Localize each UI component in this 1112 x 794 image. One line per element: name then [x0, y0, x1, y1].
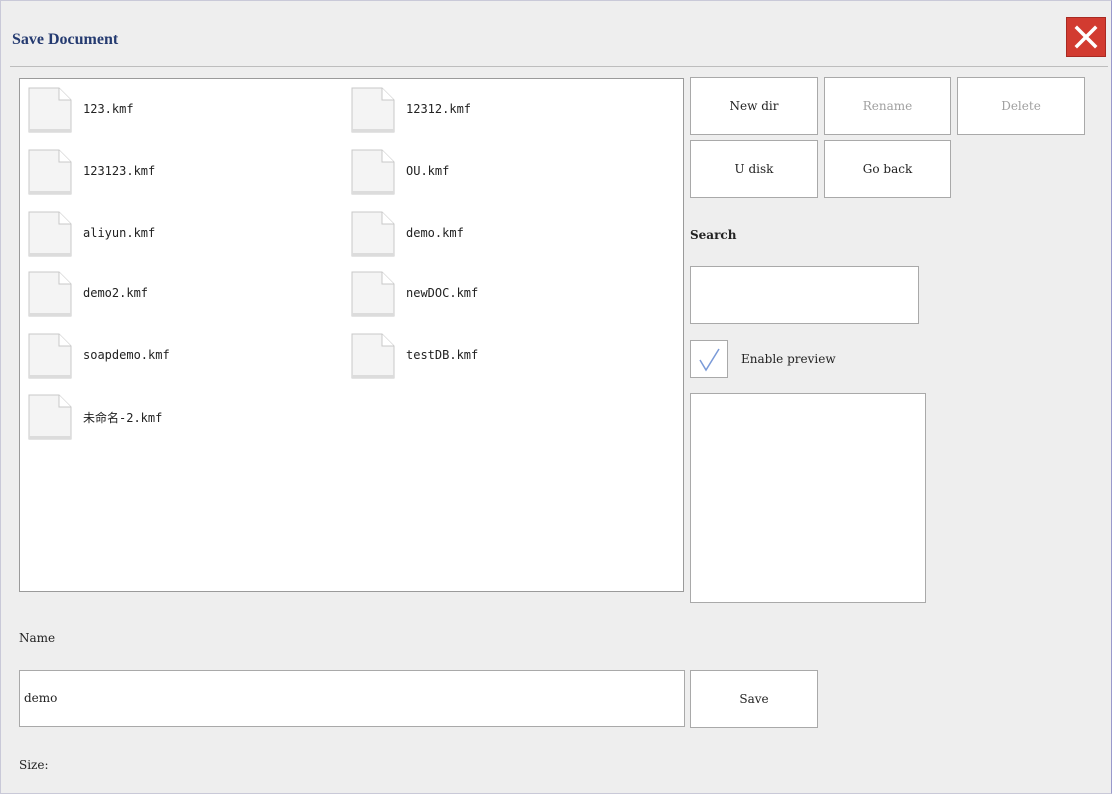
document-icon: [28, 87, 72, 133]
close-button[interactable]: [1066, 17, 1106, 57]
document-icon: [351, 271, 395, 317]
file-item[interactable]: demo.kmf: [351, 209, 651, 259]
file-item[interactable]: OU.kmf: [351, 147, 651, 197]
new-dir-button[interactable]: New dir: [690, 77, 818, 135]
rename-button[interactable]: Rename: [824, 77, 951, 135]
preview-pane: [690, 393, 926, 603]
document-icon: [351, 149, 395, 195]
document-icon: [351, 333, 395, 379]
document-icon: [28, 211, 72, 257]
search-label: Search: [690, 228, 737, 242]
name-label: Name: [19, 631, 56, 645]
document-icon: [28, 394, 72, 440]
name-input[interactable]: demo: [19, 670, 685, 727]
checkmark-icon: [699, 348, 720, 372]
file-name: demo.kmf: [406, 226, 464, 240]
file-item[interactable]: 123123.kmf: [28, 147, 328, 197]
enable-preview-checkbox[interactable]: [690, 340, 728, 378]
file-item[interactable]: aliyun.kmf: [28, 209, 328, 259]
file-item[interactable]: 123.kmf: [28, 85, 328, 135]
file-name: soapdemo.kmf: [83, 348, 170, 362]
document-icon: [351, 211, 395, 257]
file-item[interactable]: soapdemo.kmf: [28, 331, 328, 381]
file-name: aliyun.kmf: [83, 226, 156, 240]
file-name: 123.kmf: [83, 102, 134, 116]
save-button[interactable]: Save: [690, 670, 818, 728]
file-item[interactable]: newDOC.kmf: [351, 269, 651, 319]
file-name: demo2.kmf: [83, 286, 149, 300]
size-label: Size:: [19, 758, 49, 772]
file-item[interactable]: 未命名-2.kmf: [28, 392, 328, 442]
file-name: 未命名-2.kmf: [83, 411, 163, 425]
enable-preview-label: Enable preview: [741, 352, 836, 366]
dialog-title: Save Document: [12, 31, 119, 48]
document-icon: [351, 87, 395, 133]
file-name: OU.kmf: [406, 164, 450, 178]
file-name: newDOC.kmf: [406, 286, 479, 300]
file-name: 12312.kmf: [406, 102, 472, 116]
u-disk-button[interactable]: U disk: [690, 140, 818, 198]
file-name: 123123.kmf: [83, 164, 156, 178]
go-back-button[interactable]: Go back: [824, 140, 951, 198]
search-input[interactable]: [690, 266, 919, 324]
file-item[interactable]: testDB.kmf: [351, 331, 651, 381]
close-icon: [1074, 25, 1098, 49]
title-separator: [10, 66, 1108, 67]
file-list-panel[interactable]: 123.kmf 123123.kmf aliyun.kmf demo2.kmf: [19, 78, 684, 592]
delete-button[interactable]: Delete: [957, 77, 1085, 135]
file-name: testDB.kmf: [406, 348, 479, 362]
document-icon: [28, 271, 72, 317]
document-icon: [28, 333, 72, 379]
file-item[interactable]: demo2.kmf: [28, 269, 328, 319]
file-item[interactable]: 12312.kmf: [351, 85, 651, 135]
document-icon: [28, 149, 72, 195]
